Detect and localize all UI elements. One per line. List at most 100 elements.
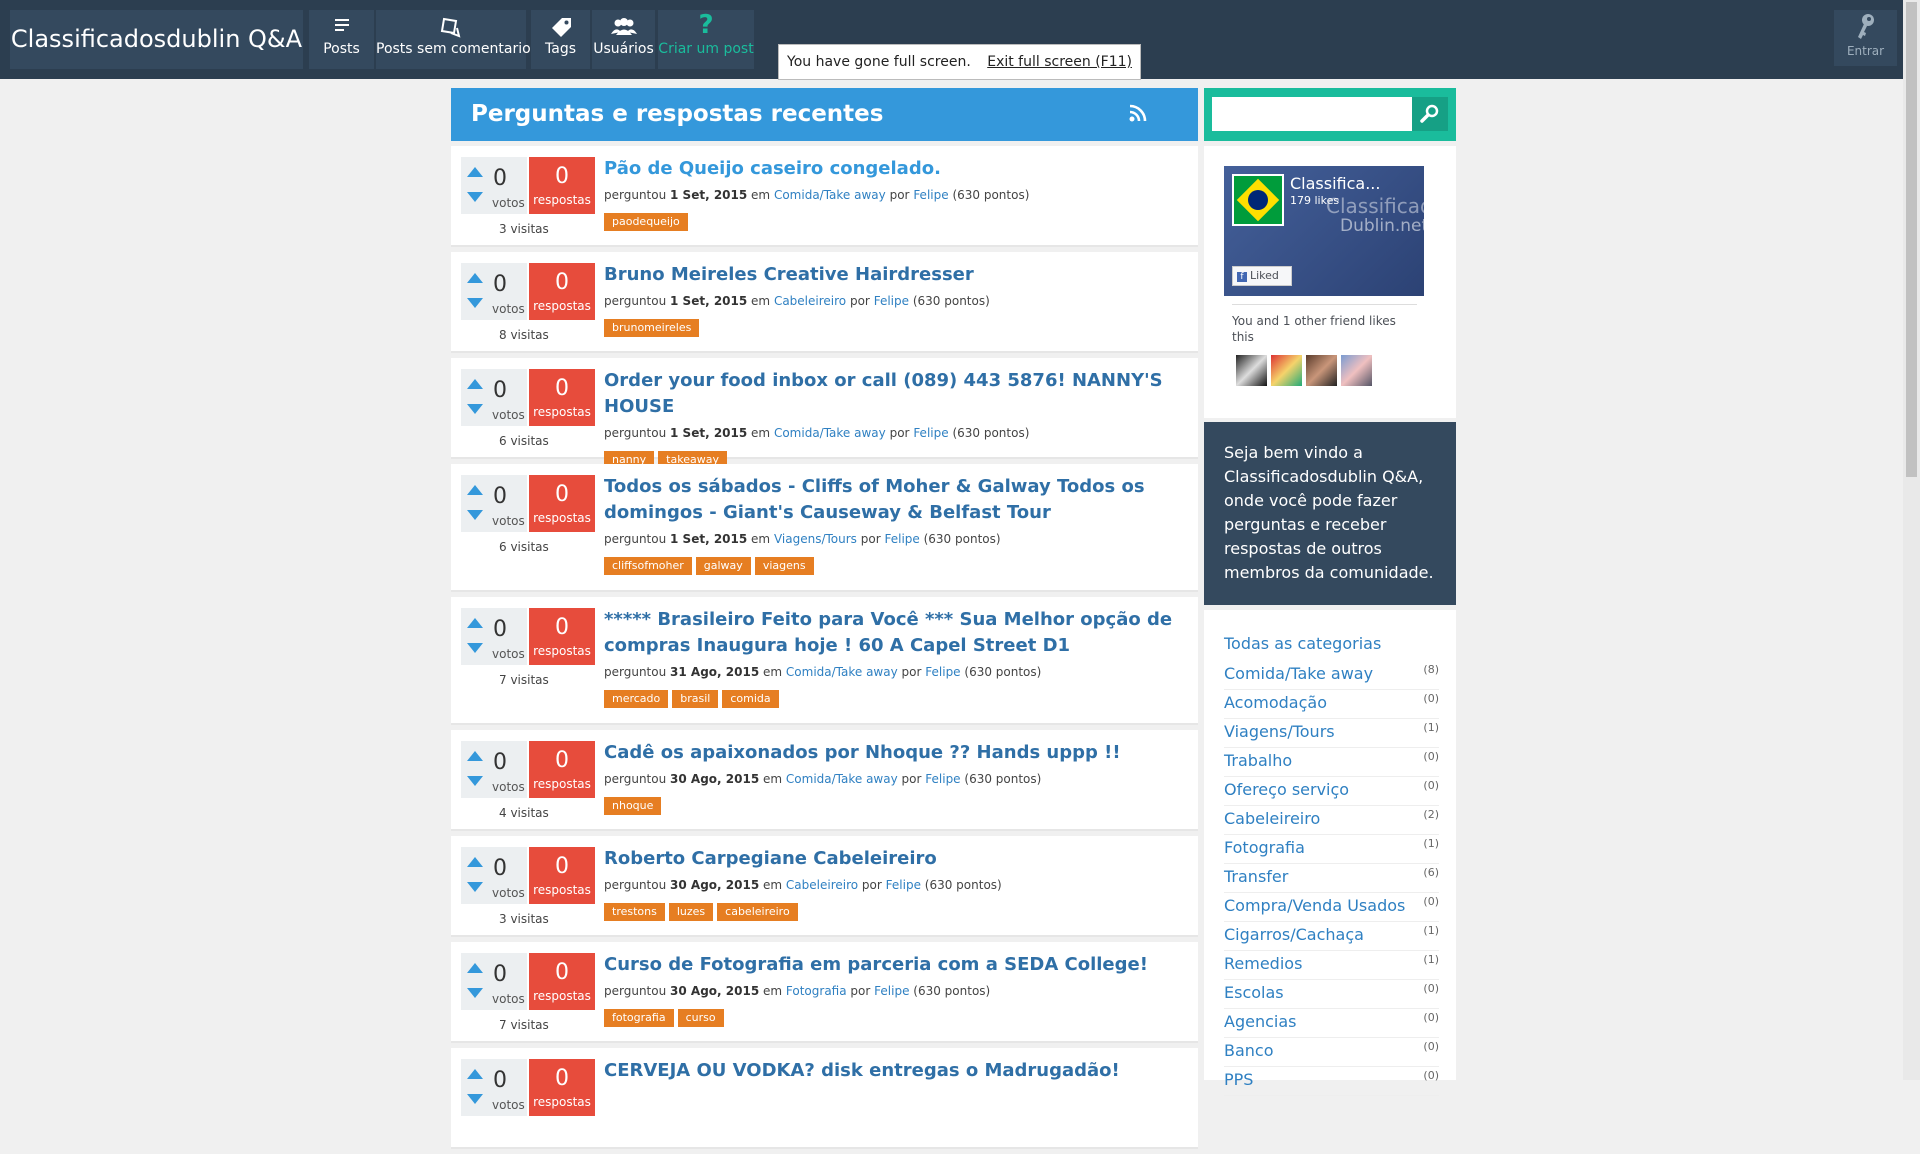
vote-up-icon[interactable] [467,857,483,867]
category-name[interactable]: Trabalho [1224,751,1292,770]
question-title[interactable]: Todos os sábados - Cliffs of Moher & Gal… [604,474,1189,526]
category-name[interactable]: Remedios [1224,954,1302,973]
exit-fullscreen-link[interactable]: Exit full screen (F11) [987,45,1132,79]
author-link[interactable]: Felipe [925,772,960,786]
category-link[interactable]: Cabeleireiro [786,878,858,892]
author-link[interactable]: Felipe [874,984,909,998]
question-title[interactable]: Curso de Fotografia em parceria com a SE… [604,952,1189,978]
tag[interactable]: comida [722,690,779,708]
vote-down-icon[interactable] [467,776,483,786]
category-link[interactable]: Comida/Take away [774,426,886,440]
vote-up-icon[interactable] [467,963,483,973]
vote-up-icon[interactable] [467,379,483,389]
vote-up-icon[interactable] [467,1069,483,1079]
category-name[interactable]: Fotografia [1224,838,1305,857]
category-item[interactable]: Cigarros/Cachaça (1) [1224,922,1439,951]
nav-create-post[interactable]: ? Criar um post [658,10,754,69]
category-item[interactable]: Cabeleireiro (2) [1224,806,1439,835]
all-categories-link[interactable]: Todas as categorias [1224,634,1381,653]
category-name[interactable]: Comida/Take away [1224,664,1373,683]
vote-up-icon[interactable] [467,751,483,761]
category-name[interactable]: Viagens/Tours [1224,722,1335,741]
question-title[interactable]: Cadê os apaixonados por Nhoque ?? Hands … [604,740,1189,766]
category-name[interactable]: Agencias [1224,1012,1296,1031]
scrollbar-thumb[interactable] [1906,2,1917,477]
category-item[interactable]: Acomodação (0) [1224,690,1439,719]
tag[interactable]: mercado [604,690,669,708]
rss-icon[interactable] [1128,103,1148,129]
category-item[interactable]: Transfer (6) [1224,864,1439,893]
vote-down-icon[interactable] [467,510,483,520]
vote-up-icon[interactable] [467,273,483,283]
tag[interactable]: brasil [672,690,719,708]
friend-avatar[interactable] [1341,355,1372,386]
tag[interactable]: paodequeijo [604,213,688,231]
category-item[interactable]: Comida/Take away (8) [1224,661,1439,690]
category-link[interactable]: Comida/Take away [786,665,898,679]
author-link[interactable]: Felipe [886,878,921,892]
category-name[interactable]: Escolas [1224,983,1284,1002]
question-title[interactable]: Pão de Queijo caseiro congelado. [604,156,1189,182]
category-link[interactable]: Fotografia [786,984,847,998]
category-name[interactable]: Banco [1224,1041,1274,1060]
nav-unanswered[interactable]: Posts sem comentarios [376,10,538,69]
tag[interactable]: fotografia [604,1009,674,1027]
category-name[interactable]: Transfer [1224,867,1288,886]
friend-avatar[interactable] [1236,355,1267,386]
friend-avatar[interactable] [1306,355,1337,386]
vote-down-icon[interactable] [467,882,483,892]
category-name[interactable]: Cigarros/Cachaça [1224,925,1364,944]
question-title[interactable]: CERVEJA OU VODKA? disk entregas o Madrug… [604,1058,1189,1084]
vote-up-icon[interactable] [467,167,483,177]
facebook-cover[interactable]: Classificados Dublin.net Classifica... 1… [1224,166,1424,296]
category-item[interactable]: Trabalho (0) [1224,748,1439,777]
category-link[interactable]: Comida/Take away [774,188,886,202]
nav-tags[interactable]: Tags [531,10,590,69]
category-name[interactable]: Cabeleireiro [1224,809,1320,828]
category-item[interactable]: Agencias (0) [1224,1009,1439,1038]
site-logo[interactable]: Classificadosdublin Q&A [10,10,303,69]
vote-down-icon[interactable] [467,192,483,202]
search-input[interactable] [1212,97,1412,131]
page-scrollbar[interactable] [1903,0,1920,1080]
nav-posts[interactable]: Posts [309,10,374,69]
tag[interactable]: curso [677,1009,724,1027]
tag[interactable]: galway [695,557,751,575]
question-title[interactable]: Bruno Meireles Creative Hairdresser [604,262,1189,288]
category-item[interactable]: Viagens/Tours (1) [1224,719,1439,748]
vote-down-icon[interactable] [467,298,483,308]
author-link[interactable]: Felipe [913,426,948,440]
category-item[interactable]: Escolas (0) [1224,980,1439,1009]
category-link[interactable]: Viagens/Tours [774,532,857,546]
tag[interactable]: luzes [668,903,714,921]
friend-avatar[interactable] [1271,355,1302,386]
category-name[interactable]: Ofereço serviço [1224,780,1349,799]
vote-down-icon[interactable] [467,643,483,653]
category-name[interactable]: Compra/Venda Usados [1224,896,1405,915]
facebook-page-name[interactable]: Classifica... [1290,174,1380,193]
category-item[interactable]: Compra/Venda Usados (0) [1224,893,1439,922]
author-link[interactable]: Felipe [884,532,919,546]
author-link[interactable]: Felipe [925,665,960,679]
login-button[interactable]: Entrar [1834,10,1897,66]
vote-up-icon[interactable] [467,618,483,628]
tag[interactable]: cabeleireiro [717,903,798,921]
tag[interactable]: trestons [604,903,665,921]
tag[interactable]: nhoque [604,797,662,815]
category-link[interactable]: Comida/Take away [786,772,898,786]
tag[interactable]: viagens [754,557,814,575]
question-title[interactable]: Order your food inbox or call (089) 443 … [604,368,1189,420]
author-link[interactable]: Felipe [874,294,909,308]
question-title[interactable]: Roberto Carpegiane Cabeleireiro [604,846,1189,872]
question-title[interactable]: ***** Brasileiro Feito para Você *** Sua… [604,607,1189,659]
category-item[interactable]: Remedios (1) [1224,951,1439,980]
vote-down-icon[interactable] [467,404,483,414]
search-button[interactable] [1412,97,1448,131]
category-item[interactable]: PPS (0) [1224,1067,1439,1096]
tag[interactable]: brunomeireles [604,319,700,337]
category-item[interactable]: Banco (0) [1224,1038,1439,1067]
facebook-liked-button[interactable]: f Liked [1232,266,1292,286]
category-item[interactable]: Ofereço serviço (0) [1224,777,1439,806]
category-item[interactable]: Fotografia (1) [1224,835,1439,864]
vote-down-icon[interactable] [467,1094,483,1104]
